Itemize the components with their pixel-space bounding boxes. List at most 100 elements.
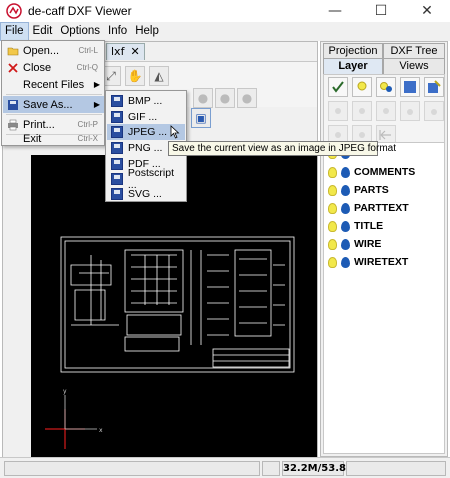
mouse-cursor-icon	[170, 125, 180, 139]
floppy-icon	[111, 95, 123, 107]
floppy-icon	[111, 126, 123, 138]
dxf-drawing: y x	[45, 236, 295, 449]
floppy-icon	[111, 173, 123, 185]
layer-row[interactable]: PARTS	[328, 182, 389, 198]
layer-edit-icon[interactable]	[424, 77, 444, 97]
memory-usage: 32.2M/53.8M	[282, 461, 356, 476]
bulb-icon[interactable]	[328, 238, 337, 250]
menu-item-open[interactable]: Open... Ctrl-L	[3, 42, 104, 59]
tab-layer[interactable]: Layer	[323, 58, 383, 74]
layer-row[interactable]: COMMENTS	[328, 164, 415, 180]
submenu-item-label: BMP ...	[128, 95, 163, 107]
submenu-arrow-icon: ▶	[93, 100, 100, 109]
tab-projection[interactable]: Projection	[323, 43, 383, 59]
floppy-icon	[111, 142, 123, 154]
bulb-icon[interactable]	[328, 184, 337, 196]
accelerator-label: Ctrl-L	[78, 46, 98, 55]
layer-name: WIRE	[354, 238, 382, 250]
minimize-button[interactable]: —	[312, 0, 358, 22]
layer-name: WIRETEXT	[354, 256, 409, 268]
submenu-item-bmp[interactable]: BMP ...	[107, 93, 185, 109]
tab-close-icon[interactable]: ✕	[130, 44, 139, 60]
menu-info[interactable]: Info	[104, 22, 131, 41]
layer-row[interactable]: PARTTEXT	[328, 200, 409, 216]
disabled-tool-icon-3: ●	[237, 88, 257, 108]
close-button[interactable]: ✕	[404, 0, 450, 22]
submenu-arrow-icon: ▶	[93, 80, 100, 89]
layer-list: 0 COMMENTS PARTS PARTTEXT TITLE WIRE WIR…	[323, 142, 445, 454]
status-bar: 32.2M/53.8M	[0, 457, 450, 478]
submenu-item-postscript[interactable]: Postscript ...	[107, 167, 185, 191]
bulb-on-icon[interactable]	[352, 77, 372, 97]
tab-dxf-tree[interactable]: DXF Tree	[383, 43, 445, 59]
pan-hand-icon[interactable]: ✋	[125, 66, 145, 86]
menu-item-save-as[interactable]: Save As... ▶	[3, 96, 104, 113]
status-extra	[346, 461, 446, 476]
layer-row[interactable]: TITLE	[328, 218, 383, 234]
side-panel: Projection DXF Tree Layer Views 0 COMMEN…	[320, 41, 448, 457]
bulb-dim-icon-2	[352, 101, 372, 121]
submenu-item-label: JPEG ...	[128, 126, 168, 138]
svg-text:y: y	[63, 388, 67, 395]
floppy-icon	[111, 188, 123, 200]
drop-icon[interactable]	[341, 256, 350, 268]
drawing-canvas[interactable]: y x	[31, 155, 317, 478]
floppy-icon	[8, 99, 18, 110]
layer-name: TITLE	[354, 220, 384, 232]
view-3d-icon[interactable]: ▣	[191, 108, 211, 128]
zoom-window-icon[interactable]: ◭	[149, 66, 169, 86]
window-controls: — ☐ ✕	[312, 0, 450, 22]
menu-item-close[interactable]: Close Ctrl-Q	[3, 59, 104, 76]
submenu-item-label: PNG ...	[128, 142, 163, 154]
menu-edit[interactable]: Edit	[29, 22, 57, 41]
document-tab[interactable]: lxf ✕	[106, 43, 145, 60]
printer-icon	[8, 119, 18, 130]
drop-icon[interactable]	[341, 202, 350, 214]
menu-separator	[6, 94, 102, 95]
document-tab-label: lxf	[111, 45, 125, 58]
drop-icon[interactable]	[341, 220, 350, 232]
left-gutter	[3, 132, 31, 478]
bulb-icon[interactable]	[328, 256, 337, 268]
check-all-icon[interactable]	[328, 77, 348, 97]
submenu-item-gif[interactable]: GIF ...	[107, 109, 185, 125]
window-title: de-caff DXF Viewer	[28, 4, 132, 18]
maximize-button[interactable]: ☐	[358, 0, 404, 22]
tab-views[interactable]: Views	[383, 58, 445, 74]
title-bar: de-caff DXF Viewer — ☐ ✕	[0, 0, 450, 22]
drop-dim-icon-2	[424, 101, 444, 121]
layer-name: COMMENTS	[354, 166, 416, 178]
menu-bar: File Edit Options Info Help	[0, 22, 450, 41]
layer-row[interactable]: WIRE	[328, 236, 381, 252]
menu-item-label: Open...	[23, 44, 60, 57]
menu-item-label: Save As...	[23, 98, 73, 111]
drop-icon[interactable]	[341, 166, 350, 178]
bulb-icon[interactable]	[328, 202, 337, 214]
menu-item-recent-files[interactable]: Recent Files ▶	[3, 76, 104, 93]
floppy-icon	[111, 158, 123, 170]
menu-options[interactable]: Options	[56, 22, 104, 41]
menu-item-exit[interactable]: Exit Ctrl-X	[3, 130, 104, 147]
submenu-item-svg[interactable]: SVG ...	[107, 186, 185, 202]
tooltip: Save the current view as an image in JPE…	[168, 141, 396, 156]
floppy-icon	[111, 111, 123, 123]
drop-icon[interactable]	[341, 184, 350, 196]
bulb-icon[interactable]	[328, 166, 337, 178]
close-x-icon	[8, 62, 18, 73]
layer-name: PARTS	[354, 184, 389, 196]
bulb-icon[interactable]	[328, 220, 337, 232]
menu-item-label: Recent Files	[23, 78, 85, 91]
layer-name: PARTTEXT	[354, 202, 409, 214]
file-menu-dropdown: Open... Ctrl-L Close Ctrl-Q Recent Files…	[1, 40, 105, 146]
layer-row[interactable]: WIRETEXT	[328, 254, 408, 270]
menu-help[interactable]: Help	[131, 22, 163, 41]
accelerator-label: Ctrl-P	[77, 120, 98, 129]
drop-icon[interactable]	[341, 238, 350, 250]
bulb-drop-icon[interactable]	[376, 77, 396, 97]
menu-file[interactable]: File	[0, 22, 29, 41]
status-indicator	[262, 461, 280, 476]
layer-blue-icon[interactable]	[400, 77, 420, 97]
menu-item-label: Close	[23, 61, 52, 74]
svg-text:x: x	[99, 427, 103, 434]
